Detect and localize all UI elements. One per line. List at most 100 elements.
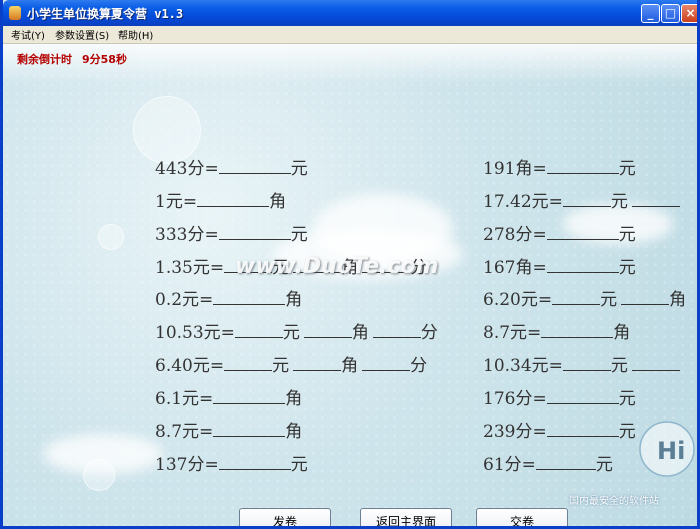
- answer-blank[interactable]: [362, 355, 411, 371]
- question-text: 0.2元=: [155, 290, 214, 310]
- answer-blank[interactable]: [535, 454, 596, 470]
- answer-blank[interactable]: [303, 322, 352, 338]
- unit-label: 角: [285, 422, 303, 442]
- answer-blank[interactable]: [562, 355, 611, 371]
- question-text: 191角=: [483, 159, 547, 179]
- answer-blank[interactable]: [372, 322, 421, 338]
- answer-blank[interactable]: [541, 322, 614, 338]
- answer-blank[interactable]: [293, 355, 342, 371]
- logo-text: Hi: [657, 437, 685, 465]
- site-slogan: 国内最安全的软件站: [569, 496, 659, 507]
- question-right-4: 167角= 元: [483, 257, 636, 278]
- unit-label: 分: [410, 356, 428, 376]
- unit-label: 角: [285, 290, 303, 310]
- answer-blank[interactable]: [562, 191, 611, 207]
- menu-help[interactable]: 帮助(H): [118, 27, 153, 42]
- question-left-10: 137分= 元: [155, 454, 308, 475]
- submit-exam-button[interactable]: 交卷: [476, 508, 568, 526]
- question-left-7: 6.40元= 元 角 分: [155, 355, 427, 376]
- answer-blank[interactable]: [546, 388, 619, 404]
- unit-label: 元: [595, 455, 613, 475]
- window-title: 小学生单位换算夏令营 v1.3: [27, 7, 184, 21]
- decor-bubble: [133, 96, 201, 164]
- question-text: 8.7元=: [155, 422, 214, 442]
- question-left-6: 10.53元= 元 角 分: [155, 322, 438, 343]
- question-right-9: 239分= 元: [483, 421, 636, 442]
- answer-blank[interactable]: [213, 289, 286, 305]
- answer-blank[interactable]: [546, 257, 619, 273]
- answer-blank[interactable]: [213, 388, 286, 404]
- unit-label: 元: [600, 290, 618, 310]
- question-text: 1.35元=: [155, 258, 225, 278]
- minimize-button[interactable]: _: [641, 4, 660, 23]
- question-text: 10.53元=: [155, 323, 235, 343]
- answer-blank[interactable]: [546, 421, 619, 437]
- question-text: 167角=: [483, 258, 547, 278]
- question-text: 10.34元=: [483, 356, 563, 376]
- timer-value: 9分58秒: [82, 53, 127, 66]
- app-window: 小学生单位换算夏令营 v1.3 _ □ × 考试(Y) 参数设置(S) 帮助(H…: [0, 0, 700, 529]
- close-button[interactable]: ×: [681, 4, 697, 23]
- answer-blank[interactable]: [631, 355, 680, 371]
- unit-label: 元: [290, 159, 308, 179]
- question-right-10: 61分= 元: [483, 454, 613, 475]
- back-to-main-button[interactable]: 返回主界面: [360, 508, 452, 526]
- answer-blank[interactable]: [218, 158, 291, 174]
- unit-label: 元: [290, 455, 308, 475]
- unit-label: 元: [618, 159, 636, 179]
- question-right-1: 191角= 元: [483, 158, 636, 179]
- question-left-1: 443分= 元: [155, 158, 308, 179]
- question-left-3: 333分= 元: [155, 224, 308, 245]
- answer-blank[interactable]: [218, 454, 291, 470]
- answer-blank[interactable]: [213, 421, 286, 437]
- title-bar[interactable]: 小学生单位换算夏令营 v1.3 _ □ ×: [3, 0, 697, 26]
- unit-label: 元: [610, 192, 628, 212]
- question-text: 61分=: [483, 455, 536, 475]
- answer-blank[interactable]: [546, 158, 619, 174]
- unit-label: 元: [618, 258, 636, 278]
- unit-label: 元: [618, 225, 636, 245]
- unit-label: 元: [272, 356, 290, 376]
- answer-blank[interactable]: [218, 224, 291, 240]
- unit-label: 元: [282, 323, 300, 343]
- answer-blank[interactable]: [197, 191, 270, 207]
- hi-logo-icon: Hi: [639, 421, 695, 477]
- question-text: 8.7元=: [483, 323, 542, 343]
- answer-blank[interactable]: [552, 289, 601, 305]
- exam-area: 剩余倒计时 9分58秒 443分= 元 1元= 角 333分= 元 1.35元= 元角分 …: [3, 44, 697, 526]
- answer-blank[interactable]: [621, 289, 670, 305]
- answer-blank[interactable]: [546, 224, 619, 240]
- question-text: 1元=: [155, 192, 198, 212]
- answer-blank[interactable]: [234, 322, 283, 338]
- decor-cloud: [43, 434, 163, 474]
- question-right-7: 10.34元= 元: [483, 355, 680, 376]
- question-text: 333分=: [155, 225, 219, 245]
- unit-label: 元: [290, 225, 308, 245]
- answer-blank[interactable]: [224, 355, 273, 371]
- menu-exam[interactable]: 考试(Y): [11, 27, 45, 42]
- question-right-5: 6.20元= 元 角: [483, 289, 686, 310]
- menu-settings[interactable]: 参数设置(S): [55, 27, 109, 42]
- question-right-2: 17.42元= 元: [483, 191, 680, 212]
- issue-exam-button[interactable]: 发卷: [239, 508, 331, 526]
- question-text: 6.20元=: [483, 290, 553, 310]
- watermark: www.DuoTe.com: [235, 254, 439, 279]
- unit-label: 角: [351, 323, 369, 343]
- answer-blank[interactable]: [631, 191, 680, 207]
- question-text: 6.1元=: [155, 389, 214, 409]
- menu-bar: 考试(Y) 参数设置(S) 帮助(H): [3, 26, 697, 44]
- question-text: 176分=: [483, 389, 547, 409]
- question-text: 443分=: [155, 159, 219, 179]
- unit-label: 角: [669, 290, 687, 310]
- question-left-9: 8.7元= 角: [155, 421, 302, 442]
- question-left-2: 1元= 角: [155, 191, 286, 212]
- countdown-timer: 剩余倒计时 9分58秒: [17, 51, 127, 67]
- question-text: 278分=: [483, 225, 547, 245]
- unit-label: 角: [341, 356, 359, 376]
- maximize-button[interactable]: □: [661, 4, 680, 23]
- question-right-6: 8.7元= 角: [483, 322, 630, 343]
- timer-label: 剩余倒计时: [17, 53, 72, 66]
- question-right-8: 176分= 元: [483, 388, 636, 409]
- unit-label: 角: [269, 192, 287, 212]
- question-text: 17.42元=: [483, 192, 563, 212]
